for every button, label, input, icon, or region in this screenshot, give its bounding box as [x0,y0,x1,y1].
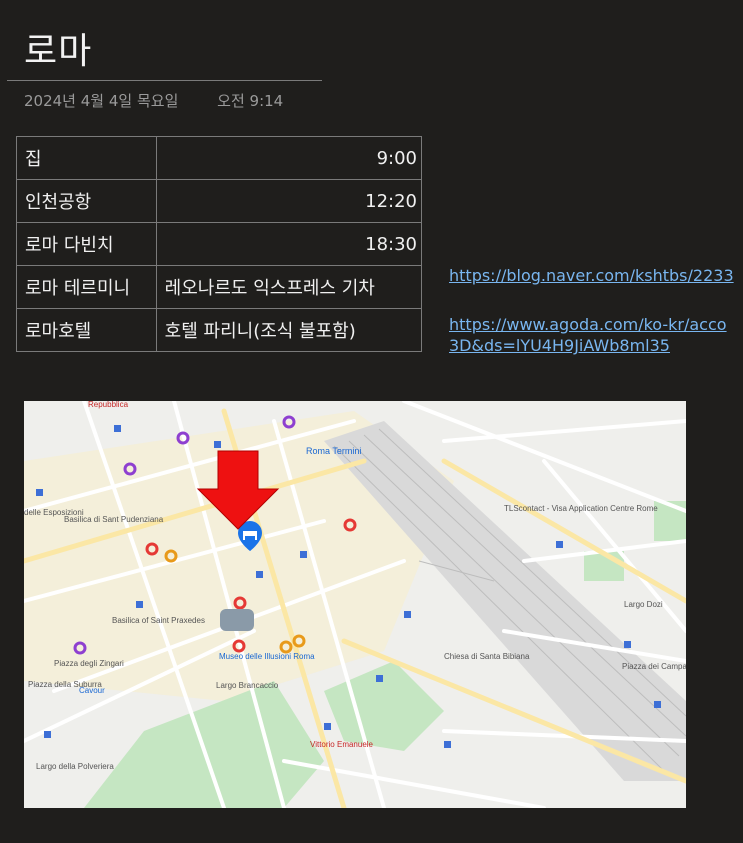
map-label-campani: Piazza dei Campani [622,662,686,671]
map-label-largo-dozi: Largo Dozi [624,600,663,609]
title-divider [7,80,322,81]
note-timestamp: 2024년 4월 4일 목요일 오전 9:14 [24,90,283,111]
map-label-brancaccio: Largo Brancaccio [216,681,279,690]
blog-link[interactable]: https://blog.naver.com/kshtbs/2233 [449,265,743,286]
itinerary-place[interactable]: 인천공항 [16,179,157,223]
table-row: 집 9:00 [16,136,423,180]
table-row: 로마 다빈치 18:30 [16,222,423,266]
itinerary-place[interactable]: 로마 다빈치 [16,222,157,266]
map-label-zingari: Piazza degli Zingari [54,659,124,668]
table-row: 로마호텔 호텔 파리니(조식 불포함) [16,308,423,352]
itinerary-detail[interactable]: 레오나르도 익스프레스 기차 [155,265,423,309]
map-label-esposizioni: delle Esposizioni [24,508,84,517]
map-label-vittorio: Vittorio Emanuele [310,740,374,749]
itinerary-detail[interactable]: 18:30 [155,222,423,266]
itinerary-place[interactable]: 로마 테르미니 [16,265,157,309]
table-row: 로마 테르미니 레오나르도 익스프레스 기차 [16,265,423,309]
map-label-polveriera: Largo della Polveriera [36,762,114,771]
note-time: 오전 9:14 [217,92,284,110]
itinerary-place[interactable]: 집 [16,136,157,180]
museum-thumbnail [220,609,254,631]
agoda-link[interactable]: https://www.agoda.com/ko-kr/acco 3D&ds=l… [449,314,743,356]
itinerary-place[interactable]: 로마호텔 [16,308,157,352]
map-label-vfs: TLScontact - Visa Application Centre Rom… [504,504,658,513]
itinerary-detail[interactable]: 9:00 [155,136,423,180]
map-label-prassede: Basilica of Saint Praxedes [112,616,205,625]
table-row: 인천공항 12:20 [16,179,423,223]
map-label-santa-bibiana: Chiesa di Santa Bibiana [444,652,530,661]
link-list: https://blog.naver.com/kshtbs/2233 https… [449,265,743,356]
page-title: 로마 [24,31,93,72]
map-label-museo: Museo delle Illusioni Roma [219,652,315,661]
map-label-repubblica: Repubblica [88,401,129,409]
map-label-termini: Roma Termini [306,446,361,456]
itinerary-table: 집 9:00 인천공항 12:20 로마 다빈치 18:30 로마 테르미니 레… [16,136,423,352]
map-canvas: Roma Termini Basilica di Sant Pudenziana… [24,401,686,808]
note-date: 2024년 4월 4일 목요일 [24,92,179,110]
itinerary-detail[interactable]: 12:20 [155,179,423,223]
note-page: 로마 2024년 4월 4일 목요일 오전 9:14 집 9:00 인천공항 1… [0,0,743,843]
map-label-suburra: Piazza della Suburra [28,680,102,689]
itinerary-detail[interactable]: 호텔 파리니(조식 불포함) [155,308,423,352]
map-image[interactable]: Roma Termini Basilica di Sant Pudenziana… [24,401,686,808]
